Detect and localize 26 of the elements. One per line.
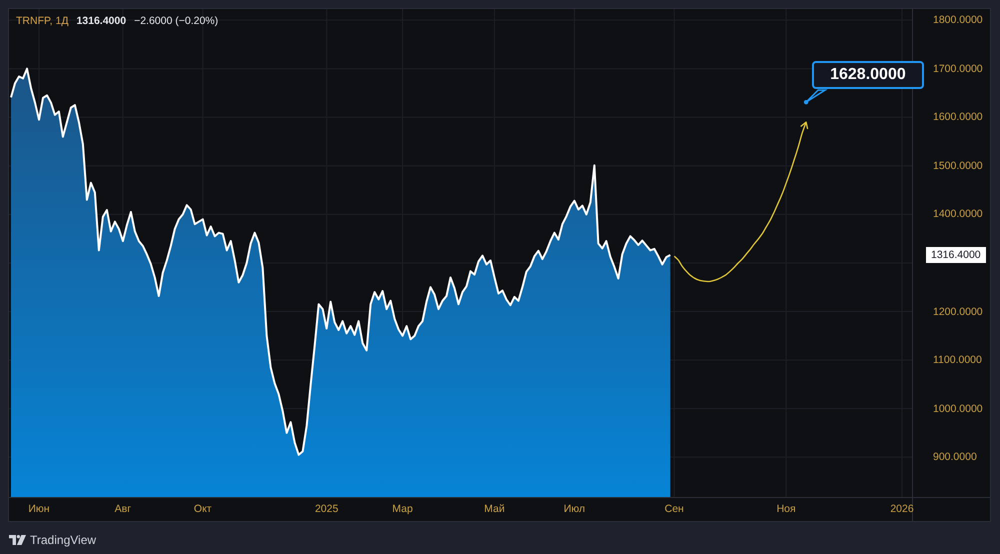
- x-axis-label: Окт: [194, 502, 212, 516]
- x-axis-label: Май: [484, 502, 505, 516]
- callout-pointer: [804, 89, 828, 104]
- y-axis-label: 1600.0000: [933, 110, 983, 124]
- x-axis-label: Авг: [114, 502, 132, 516]
- y-axis-label: 1400.0000: [933, 207, 983, 222]
- x-axis-label: 2026: [890, 502, 914, 516]
- y-axis-label: 1100.0000: [933, 353, 982, 368]
- x-axis-label: Ноя: [776, 502, 796, 516]
- x-axis-label: Сен: [664, 502, 684, 516]
- x-axis-label: Мар: [392, 502, 413, 516]
- y-axis-label: 1800.0000: [933, 13, 983, 28]
- legend-price: 1316.4000: [76, 15, 126, 28]
- x-axis-label: 2025: [314, 502, 338, 516]
- legend-change: −2.6000 (−0.20%): [134, 15, 218, 28]
- x-axis-label: Июн: [28, 502, 50, 516]
- brand-name[interactable]: TradingView: [30, 533, 96, 547]
- y-axis-label: 1000.0000: [933, 402, 983, 416]
- y-axis-label: 1500.0000: [933, 158, 983, 173]
- y-axis-label: 1700.0000: [933, 62, 983, 76]
- y-axis-label: 1200.0000: [933, 304, 983, 318]
- symbol-title: TRNFP, 1Д: [16, 15, 68, 28]
- last-price-label: 1316.4000: [926, 246, 986, 263]
- y-axis-label: 900.0000: [933, 450, 977, 464]
- logo-icon[interactable]: [9, 535, 26, 545]
- x-axis-label: Июл: [564, 502, 586, 516]
